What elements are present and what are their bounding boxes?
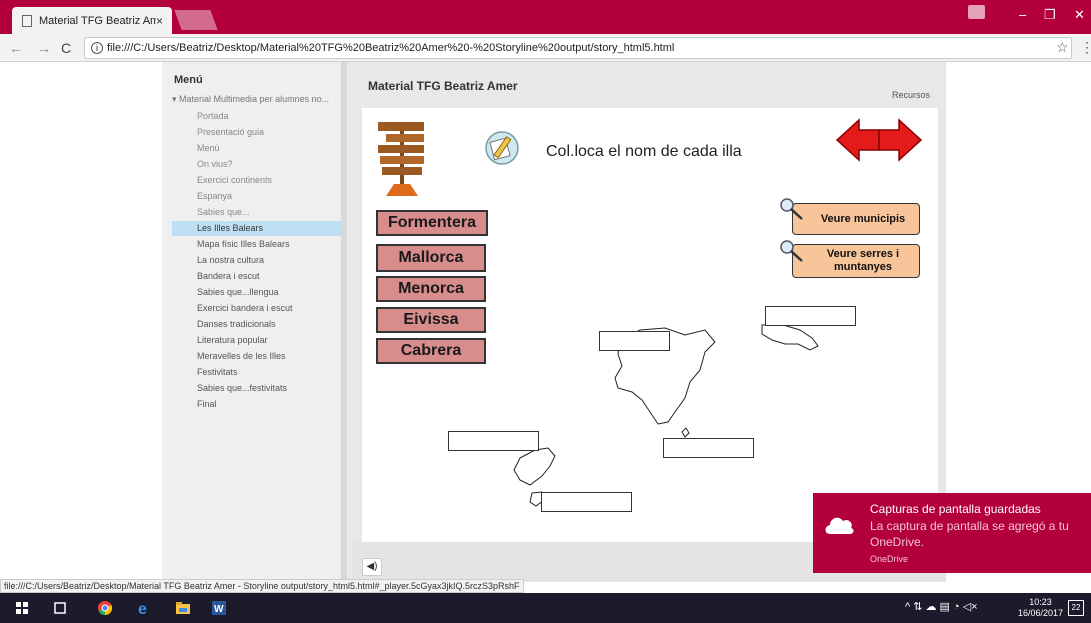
sidebar-item[interactable]: Portada	[172, 109, 342, 124]
clock-time: 10:23	[1029, 597, 1052, 607]
close-window-icon[interactable]: ✕	[1074, 7, 1085, 23]
arrow-right-icon[interactable]	[877, 118, 923, 162]
drop-target-eivissa[interactable]	[448, 431, 539, 451]
info-icon[interactable]: i	[91, 42, 103, 54]
sidebar-item[interactable]: Exercici bandera i escut	[172, 301, 342, 316]
sidebar-item[interactable]: Festivitats	[172, 365, 342, 380]
signpost-icon	[378, 122, 424, 196]
arrow-left-icon[interactable]	[835, 118, 881, 162]
svg-text:e: e	[138, 601, 147, 616]
drop-target-cabrera[interactable]	[663, 438, 754, 458]
chrome-icon[interactable]	[97, 600, 113, 616]
pencil-icon	[485, 131, 519, 165]
notification-title: Capturas de pantalla guardadas	[870, 502, 1041, 516]
drop-target-mallorca[interactable]	[599, 331, 670, 351]
sidebar-item[interactable]: Sabies que...llengua	[172, 285, 342, 300]
sidebar-item[interactable]: Sabies que...festivitats	[172, 381, 342, 396]
sidebar-item[interactable]: On vius?	[172, 157, 342, 172]
document-icon	[22, 14, 32, 27]
island-label-eivissa[interactable]: Eivissa	[376, 307, 486, 333]
system-tray-icons[interactable]: ^ ⇅ ☁ ▤ ◔ ◁×	[905, 600, 978, 613]
sidebar-item[interactable]: Mapa físic Illes Balears	[172, 237, 342, 252]
notification-center-icon[interactable]: 22	[1068, 600, 1084, 616]
sidebar-item[interactable]: Bandera i escut	[172, 269, 342, 284]
magnifier-icon	[780, 198, 803, 220]
forward-icon[interactable]: →	[37, 40, 51, 56]
island-label-menorca[interactable]: Menorca	[376, 276, 486, 302]
sidebar-item[interactable]: Final	[172, 397, 342, 412]
user-profile-icon[interactable]	[968, 5, 985, 19]
back-icon[interactable]: ←	[9, 40, 23, 56]
sidebar-item[interactable]: Sabies que...	[172, 205, 342, 220]
browser-toolbar: ← → C i file:///C:/Users/Beatriz/Desktop/…	[0, 34, 1091, 62]
restore-icon[interactable]: ❐	[1044, 7, 1056, 23]
show-municipalities-button[interactable]: Veure municipis	[792, 203, 920, 235]
player-title: Material TFG Beatriz Amer	[368, 79, 518, 93]
svg-text:W: W	[214, 604, 224, 615]
tab-title: Material TFG Beatriz Ame	[39, 14, 156, 27]
new-tab-button[interactable]	[174, 10, 218, 30]
volume-icon[interactable]: ◀)	[362, 558, 382, 576]
browser-tab[interactable]: Material TFG Beatriz Ame ×	[12, 7, 172, 34]
task-view-icon[interactable]	[52, 600, 68, 616]
file-explorer-icon[interactable]	[175, 600, 191, 616]
sidebar-item[interactable]: Danses tradicionals	[172, 317, 342, 332]
drop-target-menorca[interactable]	[765, 306, 856, 326]
notification-source: OneDrive	[870, 554, 909, 564]
edge-icon[interactable]: e	[137, 600, 153, 616]
island-label-cabrera[interactable]: Cabrera	[376, 338, 486, 364]
sidebar-item[interactable]: Presentació guia	[172, 125, 342, 140]
url-text: file:///C:/Users/Beatriz/Desktop/Materia…	[107, 42, 675, 54]
sidebar-item[interactable]: Exercici continents	[172, 173, 342, 188]
sidebar-item[interactable]: Les Illes Balears	[172, 221, 342, 236]
sidebar-item[interactable]: La nostra cultura	[172, 253, 342, 268]
magnifier-icon	[780, 240, 803, 262]
taskbar-clock[interactable]: 10:23 16/06/2017	[1018, 597, 1063, 619]
status-url: file:///C:/Users/Beatriz/Desktop/Materia…	[0, 579, 524, 593]
show-mountains-button[interactable]: Veure serres i muntanyes	[792, 244, 920, 278]
sidebar-heading: Menú	[174, 74, 203, 86]
sidebar-root-item[interactable]: ▾ Material Multimedia per alumnes no...	[172, 94, 329, 105]
sidebar-item[interactable]: Meravelles de les Illes	[172, 349, 342, 364]
cloud-icon	[825, 517, 854, 534]
slide-instruction: Col.loca el nom de cada illa	[546, 143, 742, 160]
island-label-mallorca[interactable]: Mallorca	[376, 244, 486, 272]
drop-target-formentera[interactable]	[541, 492, 632, 512]
resources-link[interactable]: Recursos	[892, 90, 930, 100]
bookmark-star-icon[interactable]: ☆	[1056, 39, 1069, 56]
address-bar[interactable]: i file:///C:/Users/Beatriz/Desktop/Materi…	[84, 37, 1072, 59]
reload-icon[interactable]: C	[61, 40, 71, 56]
windows-start-icon[interactable]	[14, 600, 30, 616]
sidebar-item[interactable]: Espanya	[172, 189, 342, 204]
island-label-formentera[interactable]: Formentera	[376, 210, 488, 236]
sidebar-item[interactable]: Literatura popular	[172, 333, 342, 348]
minimize-icon[interactable]: –	[1019, 7, 1026, 22]
word-icon[interactable]: W	[211, 600, 227, 616]
clock-date: 16/06/2017	[1018, 608, 1064, 618]
sidebar-item[interactable]: Menú	[172, 141, 342, 156]
notification-body: La captura de pantalla se agregó a tu On…	[870, 519, 1069, 549]
tab-close-icon[interactable]: ×	[156, 14, 172, 28]
menu-icon[interactable]: ⋮	[1080, 39, 1091, 56]
